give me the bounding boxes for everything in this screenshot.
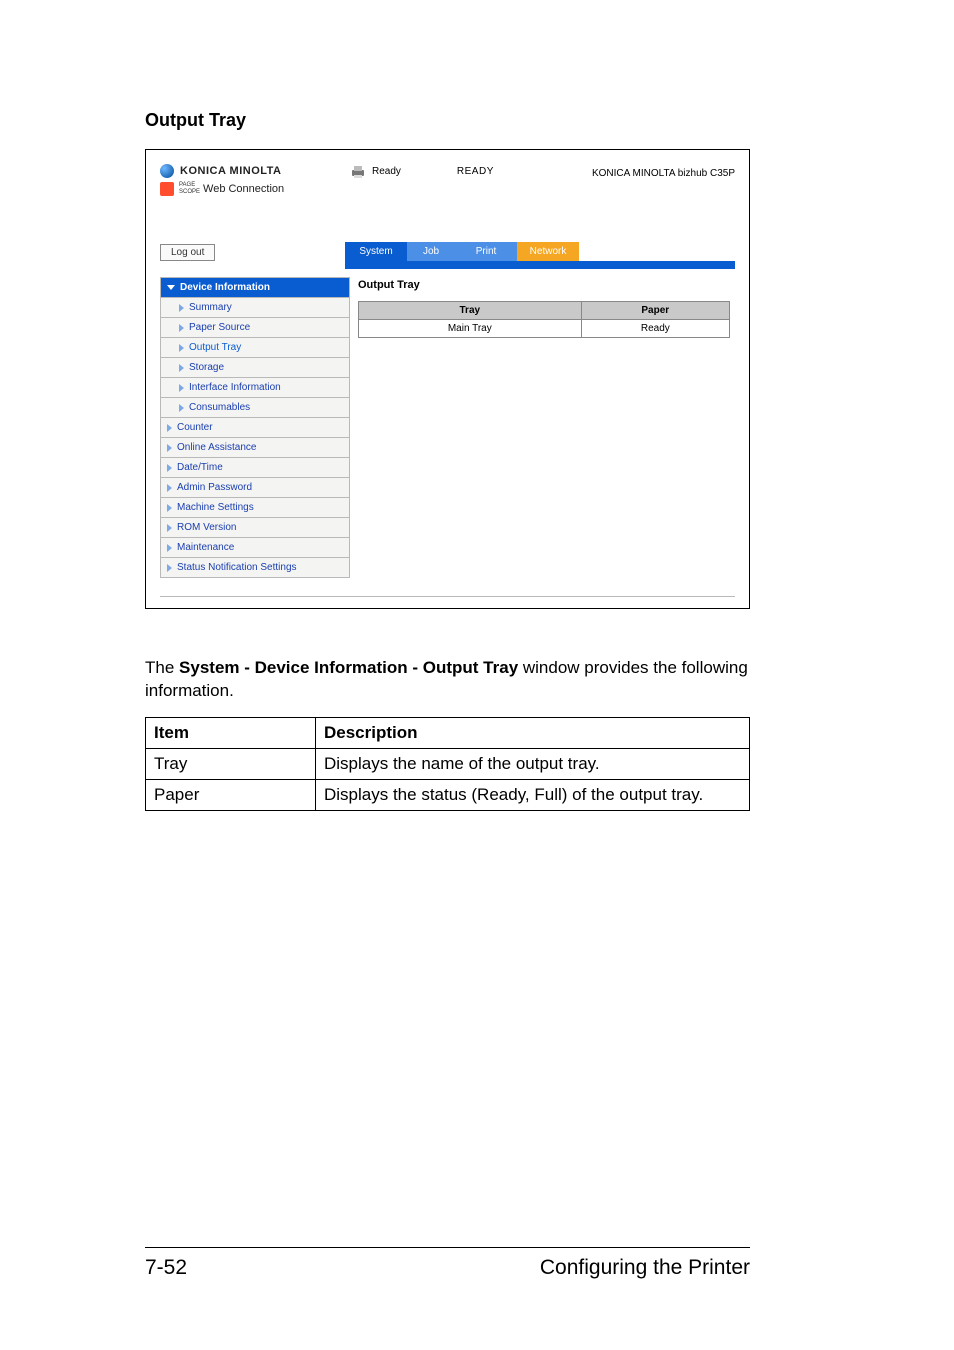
- tab-network[interactable]: Network: [517, 242, 579, 261]
- tab-bar: System Job Print Network: [345, 242, 735, 261]
- chevron-right-icon: [179, 304, 184, 312]
- sidebar-item-storage[interactable]: Storage: [160, 358, 350, 378]
- logout-button[interactable]: Log out: [160, 244, 215, 261]
- sidebar-item-output-tray[interactable]: Output Tray: [160, 338, 350, 358]
- content-title: Output Tray: [358, 279, 735, 291]
- sidebar-item-maintenance[interactable]: Maintenance: [160, 538, 350, 558]
- chevron-down-icon: [167, 285, 175, 290]
- chevron-right-icon: [179, 404, 184, 412]
- device-name: KONICA MINOLTA bizhub C35P: [494, 164, 735, 179]
- chevron-right-icon: [167, 444, 172, 452]
- section-title: Output Tray: [145, 110, 809, 131]
- page-number: 7-52: [145, 1256, 187, 1280]
- web-connection-label: Web Connection: [203, 183, 284, 195]
- sidebar-item-admin-password[interactable]: Admin Password: [160, 478, 350, 498]
- globe-icon: [160, 164, 174, 178]
- th-description: Description: [316, 717, 750, 748]
- tab-job[interactable]: Job: [407, 242, 455, 261]
- chevron-right-icon: [167, 564, 172, 572]
- td-desc: Displays the name of the output tray.: [316, 748, 750, 779]
- body-paragraph: The System - Device Information - Output…: [145, 657, 809, 703]
- chevron-right-icon: [167, 424, 172, 432]
- th-tray: Tray: [359, 302, 582, 320]
- table-row: Tray Displays the name of the output tra…: [146, 748, 750, 779]
- sidebar-item-counter[interactable]: Counter: [160, 418, 350, 438]
- td-tray: Main Tray: [359, 320, 582, 338]
- sidebar-item-status-notification[interactable]: Status Notification Settings: [160, 558, 350, 578]
- table-row: Main Tray Ready: [359, 320, 730, 338]
- sidebar-item-online-assistance[interactable]: Online Assistance: [160, 438, 350, 458]
- output-tray-table: Tray Paper Main Tray Ready: [358, 301, 730, 338]
- page-footer: 7-52 Configuring the Printer: [145, 1247, 750, 1280]
- chevron-right-icon: [179, 344, 184, 352]
- status-ready-big: READY: [457, 166, 494, 177]
- chevron-right-icon: [179, 384, 184, 392]
- ps-small: PAGESCOPE: [179, 182, 200, 196]
- sidebar-item-paper-source[interactable]: Paper Source: [160, 318, 350, 338]
- app-header: KONICA MINOLTA PAGESCOPE Web Connection …: [160, 162, 735, 218]
- chevron-right-icon: [167, 464, 172, 472]
- th-paper: Paper: [581, 302, 729, 320]
- description-table: Item Description Tray Displays the name …: [145, 717, 750, 811]
- brand-name: KONICA MINOLTA: [180, 165, 282, 177]
- chevron-right-icon: [167, 484, 172, 492]
- td-paper: Ready: [581, 320, 729, 338]
- chevron-right-icon: [167, 504, 172, 512]
- td-desc: Displays the status (Ready, Full) of the…: [316, 779, 750, 810]
- tab-underline: [345, 261, 735, 269]
- divider: [160, 596, 735, 597]
- td-item: Paper: [146, 779, 316, 810]
- chevron-right-icon: [167, 544, 172, 552]
- brand-block: KONICA MINOLTA PAGESCOPE Web Connection: [160, 162, 350, 196]
- chevron-right-icon: [179, 324, 184, 332]
- tab-print[interactable]: Print: [455, 242, 517, 261]
- sidebar-item-consumables[interactable]: Consumables: [160, 398, 350, 418]
- sidebar-item-date-time[interactable]: Date/Time: [160, 458, 350, 478]
- th-item: Item: [146, 717, 316, 748]
- embedded-screenshot: KONICA MINOLTA PAGESCOPE Web Connection …: [145, 149, 750, 609]
- status-ready-small: Ready: [372, 166, 401, 177]
- chevron-right-icon: [167, 524, 172, 532]
- sidebar-item-summary[interactable]: Summary: [160, 298, 350, 318]
- content-pane: Output Tray Tray Paper Main Tray Ready: [350, 277, 735, 578]
- printer-icon: [350, 165, 366, 179]
- sidebar: Device Information Summary Paper Source …: [160, 277, 350, 578]
- sidebar-item-rom-version[interactable]: ROM Version: [160, 518, 350, 538]
- sidebar-item-machine-settings[interactable]: Machine Settings: [160, 498, 350, 518]
- sidebar-item-interface[interactable]: Interface Information: [160, 378, 350, 398]
- chevron-right-icon: [179, 364, 184, 372]
- td-item: Tray: [146, 748, 316, 779]
- tab-system[interactable]: System: [345, 242, 407, 261]
- pagescope-icon: [160, 182, 174, 196]
- footer-title: Configuring the Printer: [540, 1256, 750, 1280]
- table-row: Paper Displays the status (Ready, Full) …: [146, 779, 750, 810]
- sidebar-device-information[interactable]: Device Information: [160, 277, 350, 298]
